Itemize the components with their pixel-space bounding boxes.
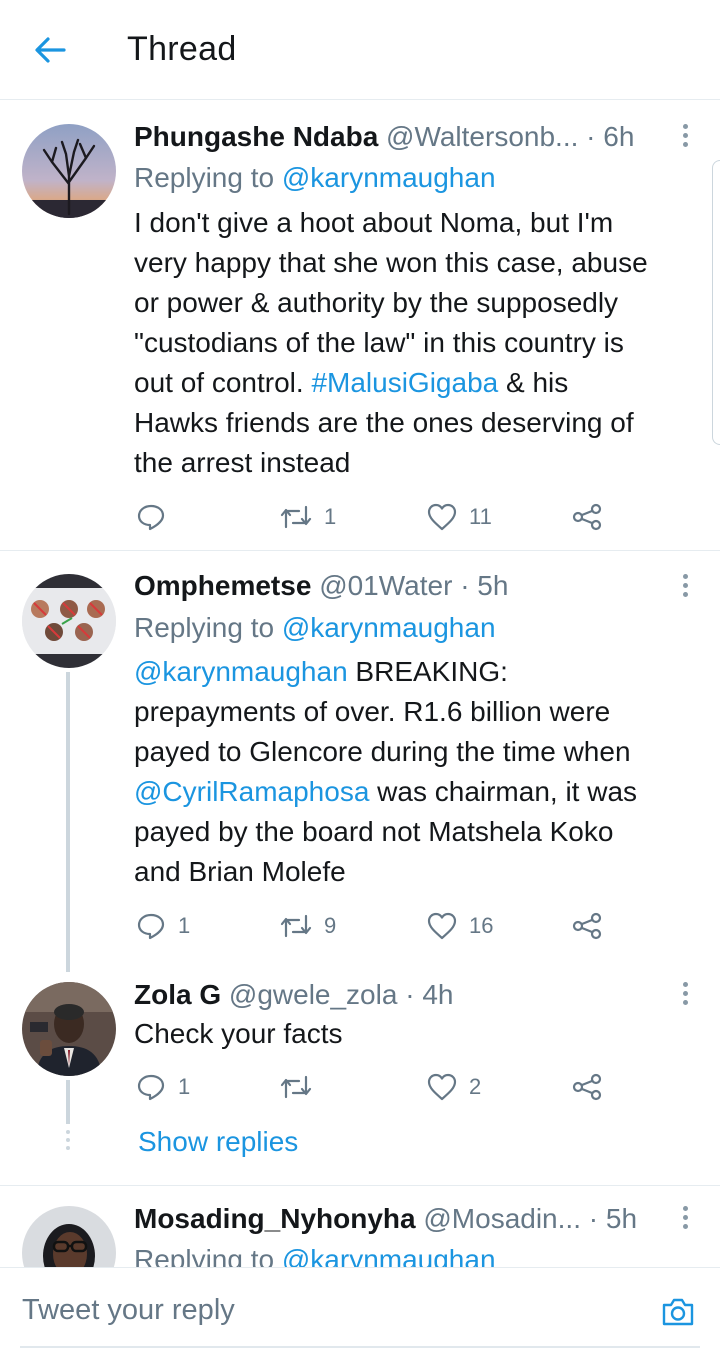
scrollbar[interactable] [712,160,720,445]
reply-composer: Tweet your reply [0,1267,720,1355]
avatar-portrait-image [22,1206,116,1267]
camera-button[interactable] [660,1296,696,1328]
camera-icon [662,1298,694,1326]
input-underline [20,1346,700,1348]
user-handle[interactable]: @Mosadin... [423,1203,581,1234]
reply-input[interactable]: Tweet your reply [22,1294,235,1327]
display-name[interactable]: Mosading_Nyhonyha [134,1203,416,1234]
replying-label: Replying to [134,1244,275,1267]
tweet-header: Mosading_Nyhonyha @Mosadin... · 5h [134,1199,660,1239]
tweet-4[interactable]: Mosading_Nyhonyha @Mosadin... · 5h Reply… [0,0,720,1267]
avatar[interactable] [22,1206,116,1267]
replying-handle-link[interactable]: @karynmaughan [282,1244,496,1267]
more-options-icon[interactable] [678,1206,692,1236]
timestamp: · 5h [588,1203,638,1234]
replying-to: Replying to @karynmaughan [134,1240,496,1267]
